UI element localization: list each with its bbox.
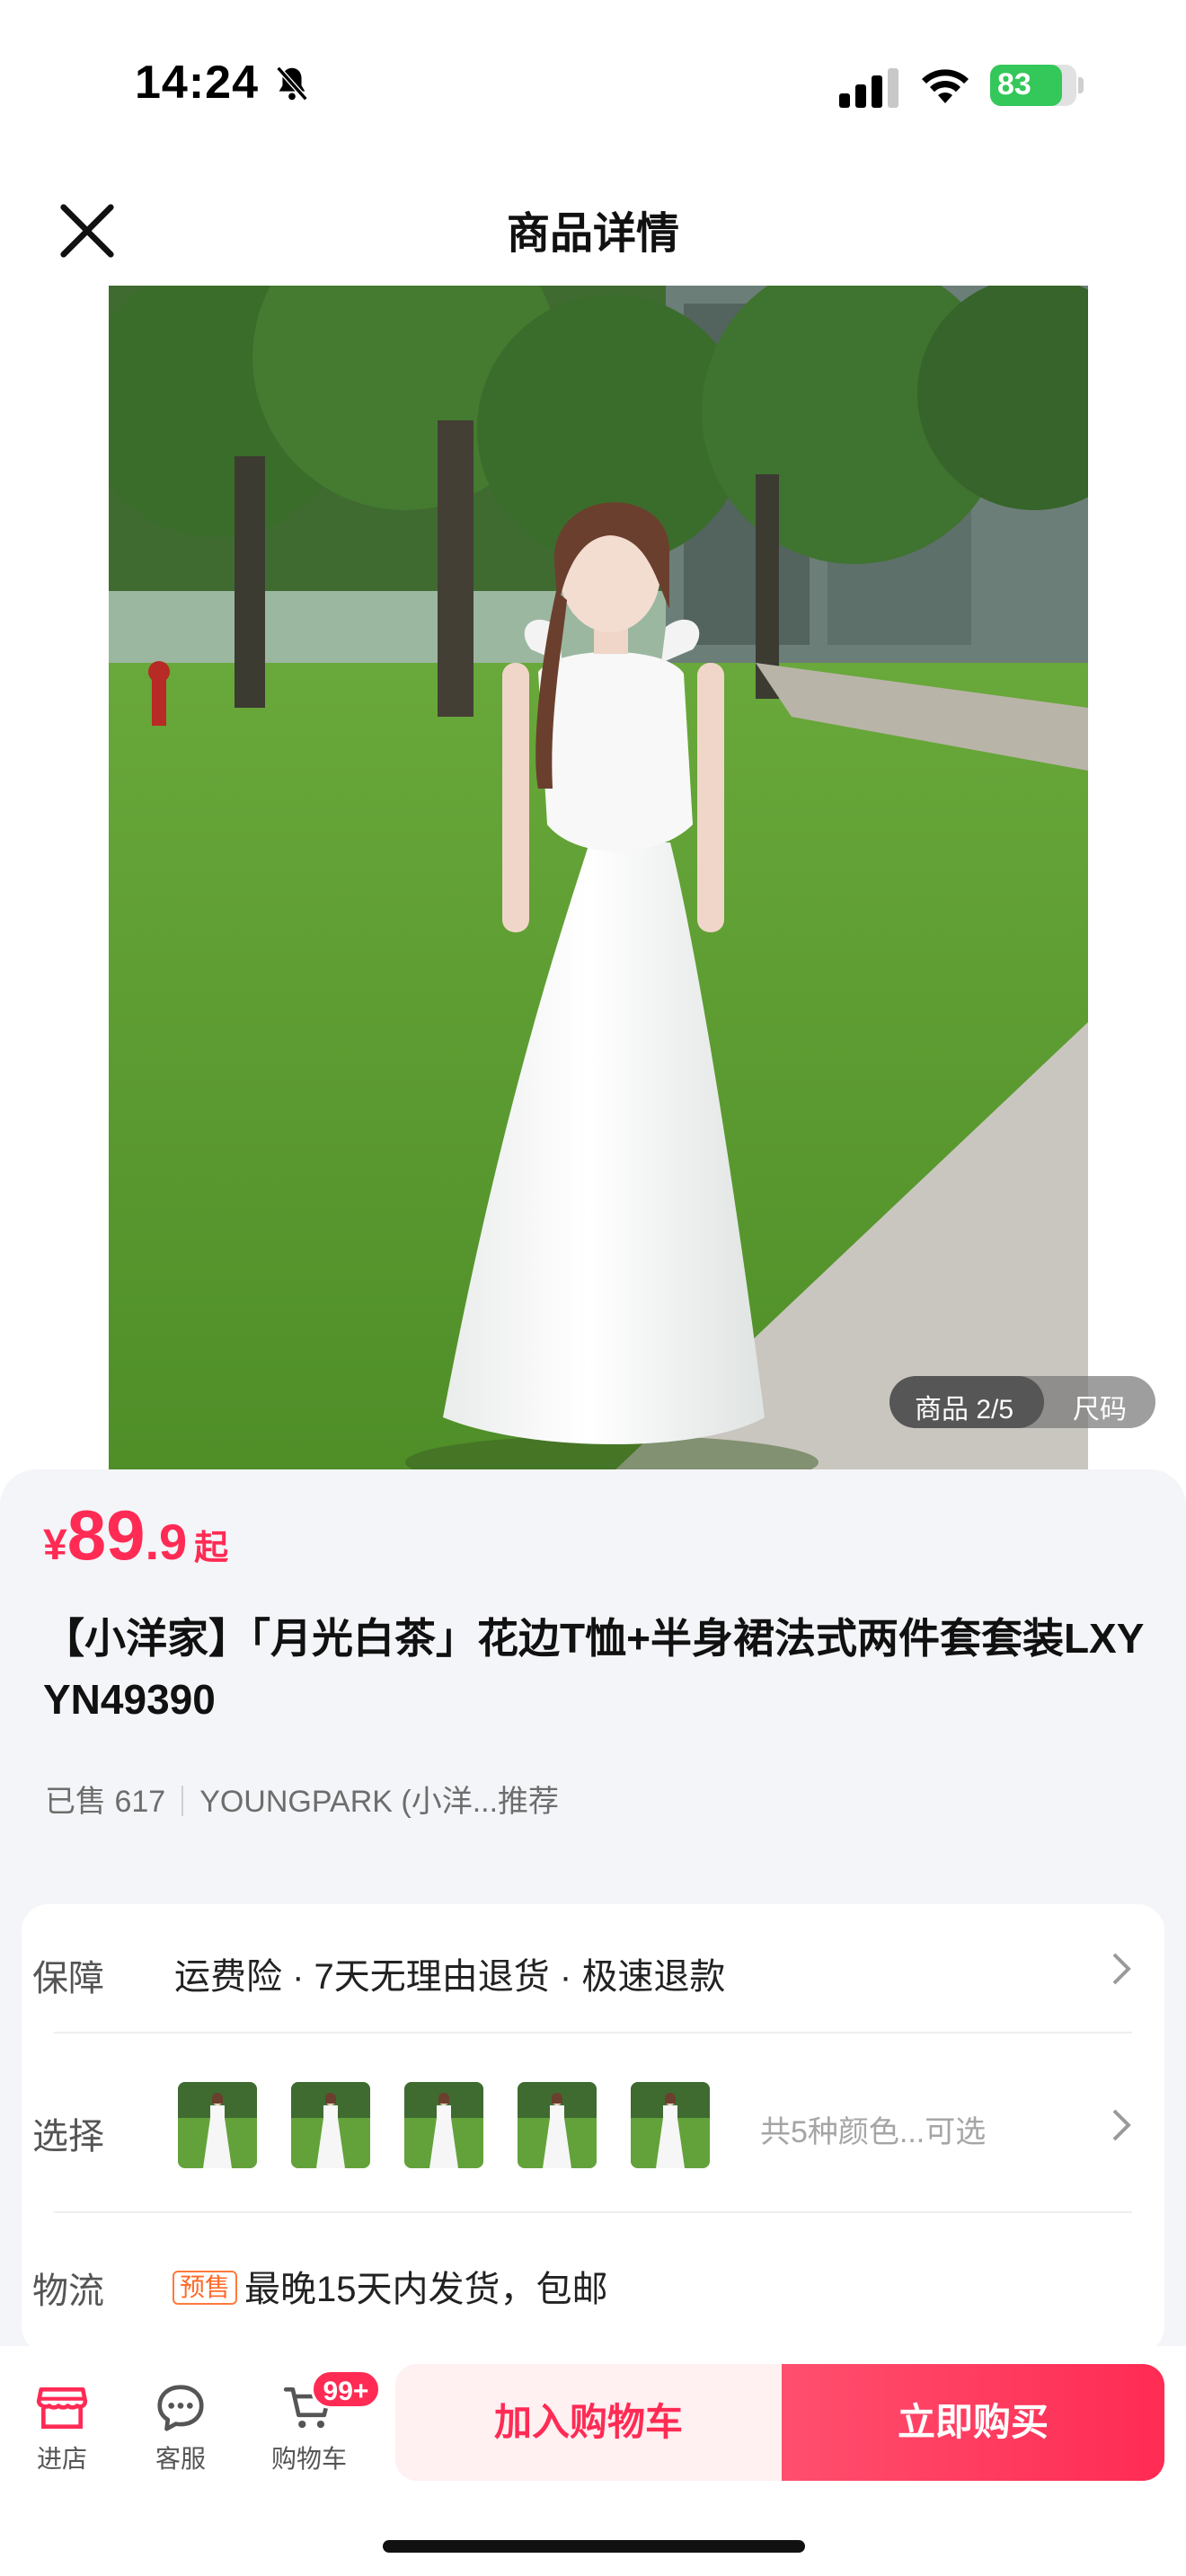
home-indicator [383,2540,805,2553]
chevron-right-icon[interactable] [1111,1951,1132,1987]
status-time: 14:24 [135,57,259,109]
cellular-signal-icon [839,68,898,108]
price-decimal: .9 [145,1513,188,1570]
product-photo[interactable] [109,286,1088,1473]
variant-thumbnail-image [518,2082,597,2168]
chevron-right-icon[interactable] [1111,2107,1132,2143]
variant-thumbnail[interactable] [178,2082,257,2168]
variant-thumbnail[interactable] [631,2082,710,2168]
battery-icon: 83 [990,65,1076,106]
price-symbol: ¥ [43,1522,67,1569]
product-title: 【小洋家】「月光白茶」花边T恤+半身裙法式两件套套装LXYYN49390 [43,1615,1145,1723]
bell-muted-icon [276,66,308,101]
cart-label: 购物车 [270,2445,347,2473]
product-meta: 已售 617 YOUNGPARK (小洋...推荐 [45,1777,559,1821]
price: ¥89.9 起 [43,1495,228,1576]
battery-tip [1078,77,1084,93]
shipping-text: 最晚15天内发货，包邮 [244,2270,608,2309]
product-photo-illustration [109,286,1088,1473]
store-label: 进店 [36,2445,87,2473]
battery-level-text: 83 [997,67,1031,101]
page-title: 商品详情 [506,210,679,258]
wifi-icon [922,69,969,103]
shop-name[interactable]: YOUNGPARK (小洋...推荐 [199,1785,559,1819]
chat-bubble-icon [157,2385,204,2431]
cart-count-badge: 99+ [311,2369,381,2409]
store-button[interactable]: 进店 [13,2380,111,2475]
shipping-label: 物流 [32,2272,104,2311]
variant-count-text[interactable]: 共5种颜色...可选 [760,2107,986,2151]
buy-now-button[interactable]: 立即购买 [782,2364,1164,2481]
add-to-cart-button[interactable]: 加入购物车 [395,2364,782,2481]
guarantee-text[interactable]: 运费险 · 7天无理由退货 · 极速退款 [174,1947,725,1999]
meta-divider [181,1786,184,1816]
select-label: 选择 [32,2117,104,2157]
shipping-info: 预售 最晚15天内发货，包邮 [173,2260,608,2312]
presale-badge: 预售 [173,2271,238,2305]
variant-thumbnail-image [404,2082,483,2168]
gallery-counter: 商品 2/5 [915,1395,1014,1425]
price-suffix: 起 [194,1530,229,1567]
price-integer: 89 [66,1495,146,1575]
variant-thumbnail[interactable] [404,2082,483,2168]
product-detail-page: 14:24 83 商品详情 商品 2/5 尺码 ¥89.9 起 【小洋家】「月光… [0,0,1186,2576]
guarantee-label: 保障 [32,1959,104,1998]
size-tab[interactable]: 尺码 [1073,1387,1127,1426]
service-label: 客服 [155,2445,206,2473]
sold-count: 已售 617 [45,1785,166,1819]
row-divider [54,2032,1132,2033]
variant-thumbnail-image [631,2082,710,2168]
variant-thumbnail[interactable] [291,2082,370,2168]
gallery-indicator[interactable]: 商品 2/5 尺码 [890,1376,1155,1428]
row-divider [54,2211,1132,2213]
customer-service-button[interactable]: 客服 [131,2380,230,2475]
variant-thumbnail-image [178,2082,257,2168]
status-bar: 14:24 83 [0,0,1186,171]
store-icon [36,2387,88,2429]
variant-thumbnail[interactable] [518,2082,597,2168]
variant-thumbnail-image [291,2082,370,2168]
